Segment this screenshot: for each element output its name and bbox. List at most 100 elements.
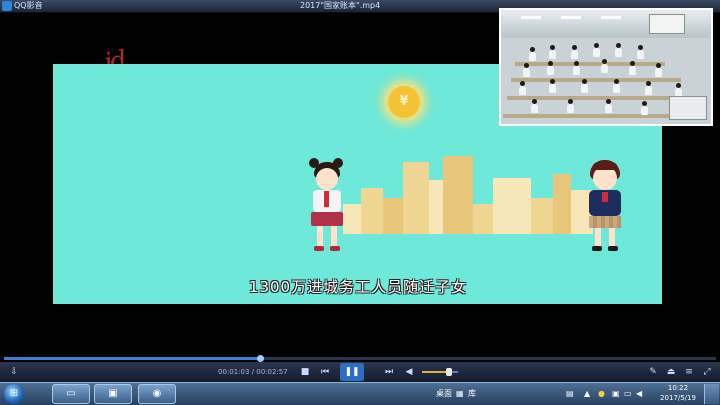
volume-button[interactable]: ◀	[402, 364, 416, 380]
student	[531, 99, 538, 113]
seek-bar-knob[interactable]	[257, 355, 265, 362]
taskbar-powerpoint-button[interactable]: ▣	[94, 384, 132, 404]
student	[581, 79, 588, 93]
volume-slider-knob[interactable]	[446, 368, 452, 376]
menu-button[interactable]: ≡	[682, 364, 696, 380]
taskbar-clock[interactable]: 10:22 2017/5/19	[658, 383, 698, 403]
building	[429, 180, 443, 234]
taskbar-mediaplayer-button[interactable]: ◉	[138, 384, 176, 404]
tray-display-icon[interactable]: ▭	[624, 387, 632, 401]
student	[613, 79, 620, 93]
sun-coin-symbol: ¥	[399, 94, 409, 109]
playlist-icon[interactable]: ⇩	[8, 364, 20, 380]
cartoon-girl-left	[303, 158, 353, 254]
building	[531, 198, 553, 234]
previous-icon: ⏮	[320, 367, 330, 377]
eject-icon: ⏏	[666, 367, 676, 377]
library-icon[interactable]: ▦	[456, 387, 464, 401]
stop-button[interactable]: ■	[298, 364, 312, 380]
pip-camera-view[interactable]	[499, 8, 713, 126]
toolbar-library-label[interactable]: 库	[468, 387, 476, 401]
windows-logo-icon: ⊞	[9, 388, 19, 399]
stop-icon: ■	[300, 367, 310, 377]
tray-network-icon[interactable]: ▣	[612, 387, 620, 401]
file-title: 2017"国家账本".mp4	[300, 1, 381, 10]
video-caption: 1300万进城务工人员随迁子女	[248, 278, 468, 296]
next-button[interactable]: ⏭	[382, 364, 396, 380]
play-pause-button[interactable]: ❚❚	[340, 363, 364, 381]
fullscreen-icon: ⤢	[703, 367, 711, 377]
skirt	[589, 216, 621, 228]
tray-arrow-icon[interactable]: ▲	[584, 387, 590, 401]
student	[645, 81, 652, 95]
desk-row	[511, 78, 681, 82]
student	[655, 63, 662, 77]
time-total: 00:02:57	[256, 368, 288, 376]
student	[529, 47, 536, 61]
windows-taskbar: ⊞ ▭ ▣ ◉ 桌面 ▦ 库 ▤ ▲ ● ▣ ▭ ◀ 10:22 2017/5/…	[0, 382, 720, 405]
app-logo-icon	[2, 1, 12, 11]
wrench-icon: ✎	[649, 367, 657, 377]
desk-object	[669, 96, 707, 120]
app-name: QQ影音	[14, 1, 43, 10]
time-display: 00:01:03 / 00:02:57	[218, 364, 288, 380]
speaker-icon: ◀	[405, 367, 413, 377]
student	[637, 45, 644, 59]
building	[361, 188, 383, 234]
student	[523, 63, 530, 77]
building	[383, 198, 403, 234]
student	[615, 43, 622, 57]
ceiling-light	[601, 16, 621, 19]
clock-date: 2017/5/19	[660, 394, 696, 402]
powerpoint-icon: ▣	[108, 388, 118, 399]
hair-fringe	[592, 162, 618, 170]
clock-time: 10:22	[667, 384, 689, 392]
shoe	[608, 246, 618, 251]
sun-coin: ¥	[388, 86, 420, 118]
show-desktop-button[interactable]	[704, 384, 719, 404]
wall-board	[649, 14, 685, 34]
tie	[602, 192, 608, 202]
leg	[595, 228, 601, 248]
eject-button[interactable]: ⏏	[664, 364, 678, 380]
seek-bar-fill	[4, 357, 261, 360]
student	[605, 99, 612, 113]
student	[573, 61, 580, 75]
toolbar-desktop-label[interactable]: 桌面	[436, 387, 452, 401]
student	[601, 59, 608, 73]
desk-row	[515, 62, 665, 66]
building	[443, 156, 473, 234]
leg	[317, 226, 323, 248]
face	[316, 168, 338, 190]
next-icon: ⏭	[384, 367, 394, 377]
player-control-bar: ⇩ 00:01:03 / 00:02:57 ■ ⏮ ❚❚ ⏭ ◀ ✎ ⏏ ≡ ⤢	[0, 362, 720, 382]
taskbar-explorer-button[interactable]: ▭	[52, 384, 90, 404]
seek-bar[interactable]	[4, 355, 716, 362]
tie	[324, 191, 329, 207]
student	[641, 101, 648, 115]
building	[493, 178, 531, 234]
folder-icon: ▭	[66, 388, 76, 399]
ceiling-light	[561, 16, 581, 19]
tray-volume-icon[interactable]: ◀	[636, 387, 642, 401]
student	[629, 61, 636, 75]
student	[571, 45, 578, 59]
previous-button[interactable]: ⏮	[318, 364, 332, 380]
cartoon-girl-right	[581, 158, 629, 254]
menu-icon: ≡	[685, 367, 693, 377]
ceiling-light	[521, 16, 541, 19]
tools-button[interactable]: ✎	[646, 364, 660, 380]
volume-slider[interactable]	[422, 368, 458, 376]
tray-keyboard-icon[interactable]: ▤	[566, 387, 574, 401]
student	[593, 43, 600, 57]
building	[403, 162, 429, 234]
shoe	[592, 246, 602, 251]
tray-security-icon[interactable]: ●	[598, 387, 605, 401]
student	[547, 61, 554, 75]
student	[519, 81, 526, 95]
start-button[interactable]: ⊞	[4, 384, 24, 404]
volume-slider-fill	[422, 371, 449, 373]
time-current: 00:01:03	[218, 368, 250, 376]
fullscreen-button[interactable]: ⤢	[700, 364, 714, 380]
skirt	[311, 212, 343, 226]
